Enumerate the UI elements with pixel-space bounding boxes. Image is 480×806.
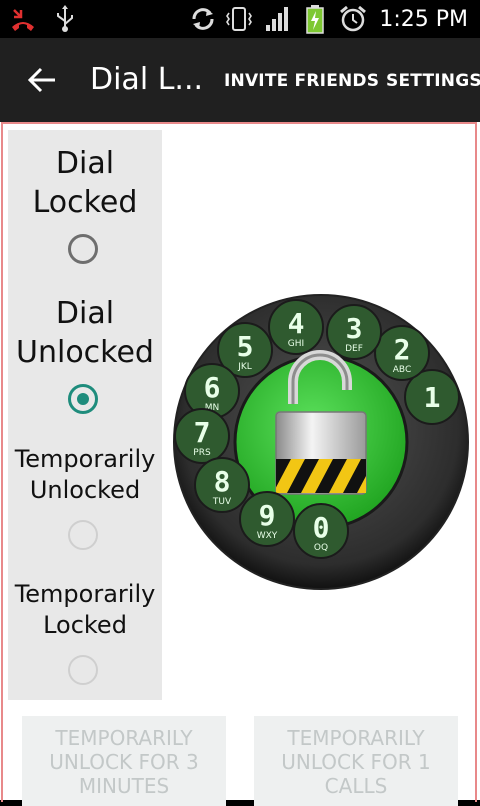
dial-key-8[interactable]: 8TUV <box>194 457 250 513</box>
battery-charging-icon <box>300 4 330 34</box>
dial-key-letters: GHI <box>288 339 304 349</box>
signal-icon <box>262 4 292 34</box>
dial-key-letters: TUV <box>212 497 232 507</box>
radio-dial-unlocked[interactable] <box>68 384 98 414</box>
dial-key-digit: 9 <box>259 499 276 532</box>
dial-key-digit: 6 <box>204 371 221 404</box>
dial-key-letters: OQ <box>314 543 328 553</box>
dial-key-digit: 3 <box>346 312 363 345</box>
option-label-dial-unlocked: Dial Unlocked <box>16 296 154 370</box>
option-label-temporarily-unlocked: Temporarily Unlocked <box>14 445 156 504</box>
back-arrow-icon[interactable] <box>22 62 62 98</box>
dial-key-4[interactable]: 4GHI <box>268 299 324 355</box>
missed-call-icon <box>8 4 38 34</box>
dial-key-digit: 4 <box>288 307 305 340</box>
dial-key-digit: 0 <box>313 511 330 544</box>
dial-key-7[interactable]: 7PRS <box>174 408 230 464</box>
option-label-temporarily-locked: Temporarily Locked <box>14 580 156 639</box>
status-time: 1:25 PM <box>379 7 468 32</box>
temp-unlock-calls-button[interactable]: TEMPORARILY UNLOCK FOR 1 CALLS <box>254 716 458 806</box>
radio-checked-dot <box>77 393 89 405</box>
rotary-dial[interactable]: 12ABC3DEF4GHI5JKL6MN7PRS8TUV 9WXY 0OQ <box>173 294 469 590</box>
alarm-icon <box>338 4 368 34</box>
radio-dial-locked[interactable] <box>68 234 98 264</box>
page-title: Dial L... <box>90 62 204 97</box>
dial-key-letters: PRS <box>193 448 211 458</box>
dial-key-2[interactable]: 2ABC <box>374 325 430 381</box>
action-bar: Dial L... INVITE FRIENDS SETTINGS <box>0 38 480 122</box>
dial-key-letters: ABC <box>393 365 411 375</box>
dial-key-digit: 1 <box>424 381 441 414</box>
dial-key-digit: 7 <box>194 416 211 449</box>
option-label-dial-locked: Dial Locked <box>32 146 138 220</box>
usb-icon <box>50 4 80 34</box>
status-bar: 1:25 PM <box>0 0 480 38</box>
dial-key-digit: 2 <box>394 333 411 366</box>
dial-key-digit: 5 <box>237 330 254 363</box>
lock-mode-panel: Dial Locked Dial Unlocked Temporarily Un… <box>8 130 162 700</box>
dial-key-letters: WXY <box>257 531 278 541</box>
vibrate-icon <box>224 4 254 34</box>
dial-key-letters: DEF <box>345 344 363 354</box>
radio-temporarily-unlocked[interactable] <box>68 520 98 550</box>
dial-key-3[interactable]: 3DEF <box>326 304 382 360</box>
invite-friends-button[interactable]: INVITE FRIENDS <box>224 71 379 91</box>
radio-temporarily-locked[interactable] <box>68 655 98 685</box>
settings-button[interactable]: SETTINGS <box>386 71 480 91</box>
dial-key-0[interactable]: 0OQ <box>293 503 349 559</box>
dial-key-9[interactable]: 9WXY <box>239 491 295 547</box>
temp-unlock-minutes-button[interactable]: TEMPORARILY UNLOCK FOR 3 MINUTES <box>22 716 226 806</box>
main-content: Dial Locked Dial Unlocked Temporarily Un… <box>0 122 480 806</box>
sync-icon <box>188 4 218 34</box>
dial-key-digit: 8 <box>214 465 231 498</box>
dial-key-letters: JKL <box>237 362 252 372</box>
